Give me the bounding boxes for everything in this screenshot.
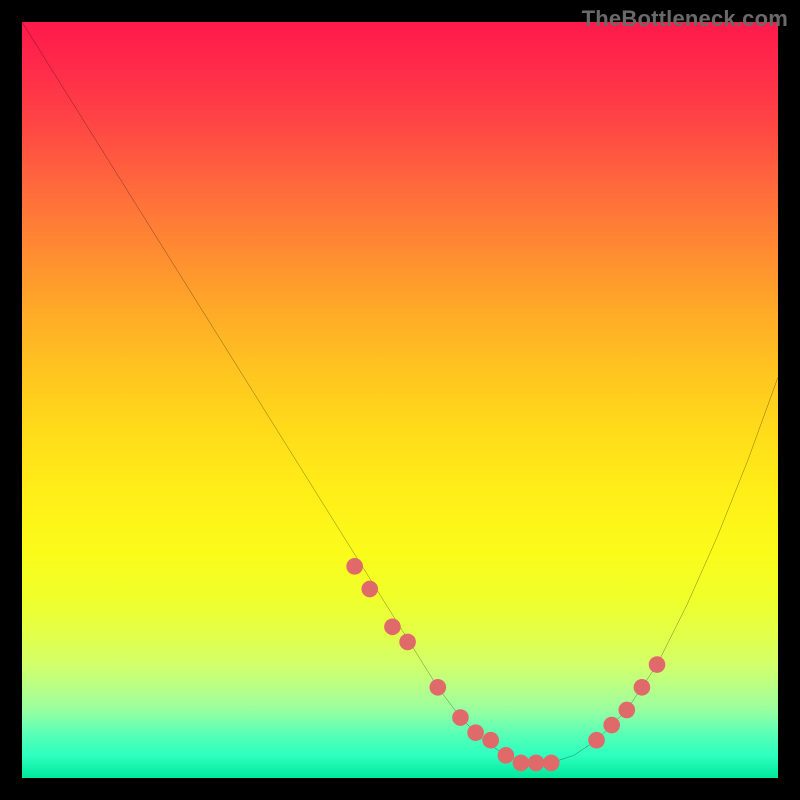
highlight-dot — [543, 755, 560, 772]
highlight-dot — [498, 747, 515, 764]
highlight-dot — [513, 755, 530, 772]
highlight-dot — [634, 679, 651, 696]
highlight-dot — [482, 732, 499, 749]
highlight-dot — [399, 634, 416, 651]
watermark-text: TheBottleneck.com — [582, 6, 788, 32]
chart-stage: TheBottleneck.com — [0, 0, 800, 800]
highlight-dot — [361, 581, 378, 598]
highlight-dot — [618, 702, 635, 719]
highlight-dot — [467, 724, 484, 741]
highlight-dot — [588, 732, 605, 749]
highlight-dot — [452, 709, 469, 726]
highlight-dot — [346, 558, 363, 575]
highlight-dots-group — [346, 558, 665, 771]
highlight-dot — [603, 717, 620, 734]
highlight-dot — [429, 679, 446, 696]
bottleneck-curve — [22, 22, 778, 763]
highlight-dot — [384, 618, 401, 635]
chart-svg — [22, 22, 778, 778]
highlight-dot — [649, 656, 666, 673]
plot-area — [22, 22, 778, 778]
highlight-dot — [528, 755, 545, 772]
